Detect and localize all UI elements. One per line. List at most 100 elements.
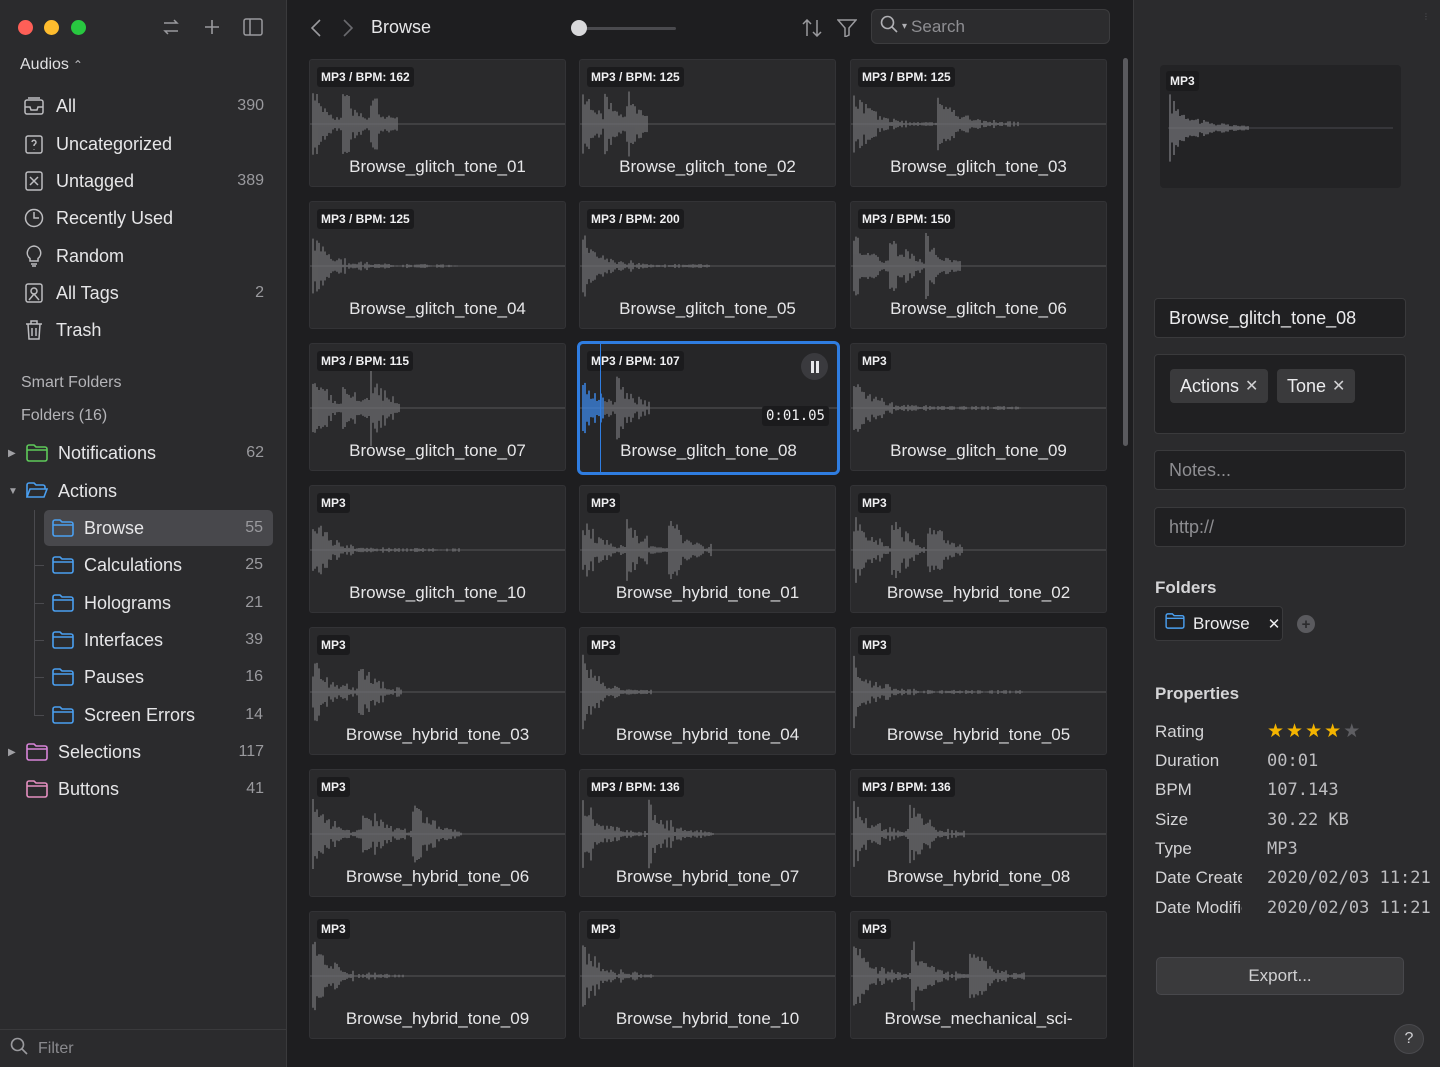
url-input[interactable] bbox=[1169, 516, 1389, 538]
search-icon bbox=[10, 1037, 28, 1060]
search-input[interactable] bbox=[911, 16, 1092, 37]
folder-pauses[interactable]: Pauses 16 bbox=[44, 659, 273, 695]
audio-card[interactable]: MP3 Browse_hybrid_tone_05 bbox=[850, 627, 1107, 755]
audio-card[interactable]: MP3 Browse_hybrid_tone_03 bbox=[309, 627, 566, 755]
folder-calculations[interactable]: Calculations 25 bbox=[44, 547, 273, 583]
search-box[interactable]: ▾ bbox=[871, 9, 1110, 44]
tags-icon bbox=[22, 281, 46, 305]
audio-card[interactable]: MP3 Browse_glitch_tone_09 bbox=[850, 343, 1107, 471]
folder-chip[interactable]: Browse ✕ bbox=[1154, 606, 1283, 641]
tag-chip[interactable]: Tone ✕ bbox=[1277, 369, 1356, 403]
sidebar-item-all[interactable]: All 390 bbox=[22, 89, 274, 123]
audio-card[interactable]: MP3 / BPM: 136 Browse_hybrid_tone_08 bbox=[850, 769, 1107, 897]
audio-card[interactable]: MP3 Browse_hybrid_tone_10 bbox=[579, 911, 836, 1039]
library-selector[interactable]: Audios ⌃ bbox=[20, 56, 83, 74]
star-empty-icon[interactable]: ★ bbox=[1343, 722, 1360, 742]
resize-handle[interactable]: ⋮ bbox=[1422, 12, 1430, 22]
sidebar-item-all-tags[interactable]: All Tags 2 bbox=[22, 276, 274, 310]
audio-card[interactable]: MP3 / BPM: 107 Browse_glitch_tone_08 0:01.… bbox=[577, 341, 840, 475]
zoom-slider-knob[interactable] bbox=[571, 20, 587, 36]
forward-button[interactable] bbox=[338, 16, 358, 40]
format-badge: MP3 / BPM: 162 bbox=[317, 67, 414, 87]
sidebar-item-untagged[interactable]: Untagged 389 bbox=[22, 164, 274, 198]
audio-card[interactable]: MP3 Browse_hybrid_tone_02 bbox=[850, 485, 1107, 613]
add-folder-icon[interactable]: + bbox=[1297, 615, 1315, 633]
audio-card[interactable]: MP3 / BPM: 136 Browse_hybrid_tone_07 bbox=[579, 769, 836, 897]
tag-chip[interactable]: Actions ✕ bbox=[1170, 369, 1269, 403]
help-button[interactable]: ? bbox=[1394, 1024, 1424, 1054]
folder-actions[interactable]: ▼ Actions bbox=[8, 473, 274, 509]
audio-card[interactable]: MP3 Browse_glitch_tone_10 bbox=[309, 485, 566, 613]
name-field[interactable]: Browse_glitch_tone_08 bbox=[1154, 298, 1406, 338]
filter-input[interactable]: Filter bbox=[38, 1040, 74, 1058]
smart-folders-header[interactable]: Smart Folders bbox=[21, 374, 121, 392]
remove-folder-icon[interactable]: ✕ bbox=[1268, 615, 1281, 633]
chevron-down-icon[interactable]: ▾ bbox=[902, 21, 907, 32]
audio-name: Browse_hybrid_tone_02 bbox=[886, 583, 1071, 602]
item-name[interactable]: Browse_glitch_tone_08 bbox=[1169, 308, 1356, 329]
add-icon[interactable] bbox=[199, 14, 225, 40]
pause-icon[interactable] bbox=[801, 353, 828, 380]
zoom-slider[interactable] bbox=[578, 27, 676, 30]
disclosure-right-icon[interactable]: ▶ bbox=[8, 448, 18, 459]
item-count: 389 bbox=[237, 172, 264, 189]
audio-card[interactable]: MP3 / BPM: 115 Browse_glitch_tone_07 bbox=[309, 343, 566, 471]
audio-card[interactable]: MP3 / BPM: 125 Browse_glitch_tone_03 bbox=[850, 59, 1107, 187]
back-button[interactable] bbox=[306, 16, 326, 40]
export-button[interactable]: Export... bbox=[1156, 957, 1404, 995]
url-field[interactable] bbox=[1154, 507, 1406, 547]
audio-card[interactable]: MP3 / BPM: 125 Browse_glitch_tone_02 bbox=[579, 59, 836, 187]
waveform bbox=[851, 801, 1106, 867]
audio-card[interactable]: MP3 Browse_hybrid_tone_09 bbox=[309, 911, 566, 1039]
folder-browse[interactable]: Browse 55 bbox=[44, 510, 273, 546]
close-window-button[interactable] bbox=[18, 20, 33, 35]
playhead[interactable] bbox=[600, 344, 601, 472]
remove-tag-icon[interactable]: ✕ bbox=[1245, 376, 1258, 396]
folder-buttons[interactable]: Buttons 41 bbox=[26, 771, 274, 807]
prop-duration: Duration 00:01 bbox=[1155, 751, 1435, 773]
sidebar-item-label: All Tags bbox=[56, 282, 119, 303]
minimize-window-button[interactable] bbox=[44, 20, 59, 35]
sidebar-item-trash[interactable]: Trash bbox=[22, 313, 274, 347]
prop-value: 2020/02/03 11:21 bbox=[1267, 898, 1431, 918]
remove-tag-icon[interactable]: ✕ bbox=[1332, 376, 1345, 396]
swap-icon[interactable] bbox=[158, 14, 184, 40]
audio-name: Browse_glitch_tone_10 bbox=[349, 583, 526, 602]
folders-header[interactable]: Folders (16) bbox=[21, 407, 107, 425]
disclosure-right-icon[interactable]: ▶ bbox=[8, 747, 18, 758]
sort-icon[interactable] bbox=[800, 16, 824, 40]
audio-preview[interactable]: MP3 bbox=[1160, 65, 1401, 188]
notes-input[interactable] bbox=[1169, 459, 1389, 481]
audio-card[interactable]: MP3 / BPM: 125 Browse_glitch_tone_04 bbox=[309, 201, 566, 329]
audio-card[interactable]: MP3 Browse_hybrid_tone_01 bbox=[579, 485, 836, 613]
audio-card[interactable]: MP3 Browse_mechanical_sci- bbox=[850, 911, 1107, 1039]
audio-card[interactable]: MP3 / BPM: 200 Browse_glitch_tone_05 bbox=[579, 201, 836, 329]
audio-card[interactable]: MP3 Browse_hybrid_tone_06 bbox=[309, 769, 566, 897]
audio-card[interactable]: MP3 / BPM: 150 Browse_glitch_tone_06 bbox=[850, 201, 1107, 329]
notes-field[interactable] bbox=[1154, 450, 1406, 490]
star-filled-icon[interactable]: ★ bbox=[1267, 722, 1284, 742]
sidebar-item-random[interactable]: Random bbox=[22, 239, 274, 273]
sidebar-item-recently-used[interactable]: Recently Used bbox=[22, 201, 274, 235]
sidebar-item-uncategorized[interactable]: Uncategorized bbox=[22, 127, 274, 161]
playback-time: 0:01.05 bbox=[761, 406, 829, 426]
audio-card[interactable]: MP3 Browse_hybrid_tone_04 bbox=[579, 627, 836, 755]
audio-card[interactable]: MP3 / BPM: 162 Browse_glitch_tone_01 bbox=[309, 59, 566, 187]
disclosure-down-icon[interactable]: ▼ bbox=[8, 486, 18, 497]
star-filled-icon[interactable]: ★ bbox=[1324, 722, 1341, 742]
star-filled-icon[interactable]: ★ bbox=[1286, 722, 1303, 742]
zoom-window-button[interactable] bbox=[71, 20, 86, 35]
folder-notifications[interactable]: ▶ Notifications 62 bbox=[8, 435, 274, 471]
folder-selections[interactable]: ▶ Selections 117 bbox=[8, 734, 274, 770]
folder-holograms[interactable]: Holograms 21 bbox=[44, 585, 273, 621]
rating-stars[interactable]: ★ ★ ★ ★ ★ bbox=[1267, 722, 1360, 742]
scrollbar[interactable] bbox=[1123, 58, 1128, 446]
folder-interfaces[interactable]: Interfaces 39 bbox=[44, 622, 273, 658]
filter-icon[interactable] bbox=[835, 16, 859, 40]
tags-box[interactable]: Actions ✕ Tone ✕ bbox=[1154, 354, 1406, 434]
sidebar-toggle-icon[interactable] bbox=[240, 14, 266, 40]
star-filled-icon[interactable]: ★ bbox=[1305, 722, 1322, 742]
filter-bar[interactable]: Filter bbox=[0, 1029, 286, 1067]
folder-screen-errors[interactable]: Screen Errors 14 bbox=[44, 697, 273, 733]
folder-label: Notifications bbox=[58, 442, 157, 463]
